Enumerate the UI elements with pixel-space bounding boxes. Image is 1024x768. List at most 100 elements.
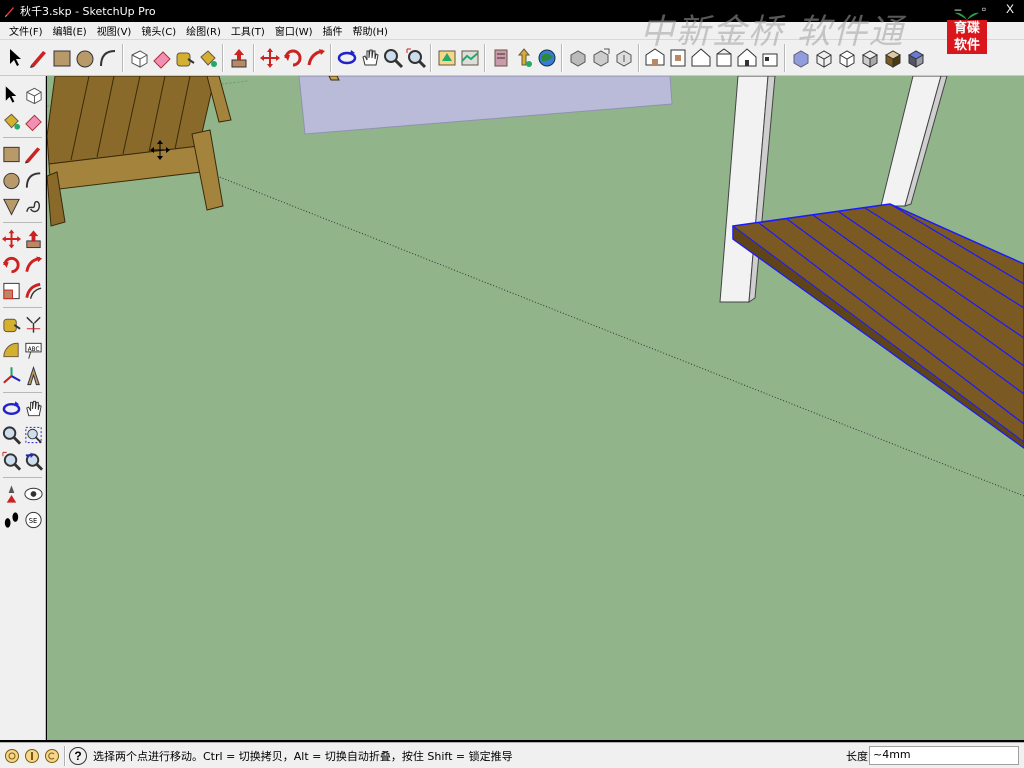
measurement-input[interactable]: ~4mm (869, 746, 1019, 765)
left-toolbar-row (0, 141, 45, 167)
rotate-tool-icon[interactable] (1, 253, 22, 277)
move-tool-icon[interactable] (1, 227, 22, 251)
toolbar-separator (3, 392, 42, 393)
left-toolbar-row (0, 226, 45, 252)
paint-bucket-icon[interactable] (196, 45, 219, 71)
circle-tool-icon[interactable] (73, 45, 96, 71)
left-toolbar-row (0, 252, 45, 278)
menu-edit[interactable]: 编辑(E) (48, 23, 92, 38)
add-location-icon[interactable] (435, 45, 458, 71)
zoom-tool-icon[interactable] (381, 45, 404, 71)
left-toolbar-row (0, 422, 45, 448)
push-pull-icon[interactable] (23, 227, 44, 251)
walk-tool-icon[interactable] (1, 508, 22, 532)
rectangle-tool-icon[interactable] (50, 45, 73, 71)
pan-tool-icon[interactable] (23, 397, 44, 421)
position-camera-icon[interactable] (1, 482, 22, 506)
polygon-tool-icon[interactable] (1, 194, 22, 218)
credits-icon[interactable] (23, 746, 41, 766)
zoom-extents-icon[interactable] (404, 45, 427, 71)
watermark-text: 中新金桥 软件通 (640, 12, 905, 52)
brand-logo-line2: 软件 (947, 37, 987, 54)
text-tool-icon[interactable]: ABC (23, 338, 44, 362)
push-pull-icon[interactable] (227, 45, 250, 71)
make-component-icon[interactable] (127, 45, 150, 71)
offset-tool-icon[interactable] (23, 279, 44, 303)
select-tool-icon[interactable] (1, 83, 22, 107)
menu-draw[interactable]: 绘图(R) (181, 23, 226, 38)
follow-me-icon[interactable] (304, 45, 327, 71)
geo-location-icon[interactable] (3, 746, 21, 766)
arc-tool-icon[interactable] (96, 45, 119, 71)
make-component-icon[interactable] (23, 83, 44, 107)
pencil-tool-icon[interactable] (27, 45, 50, 71)
close-button[interactable]: X (1002, 2, 1018, 16)
toolbar-separator (3, 137, 42, 138)
menu-window[interactable]: 窗口(W) (270, 23, 318, 38)
left-toolbar-row (0, 363, 45, 389)
toolbar-separator (222, 43, 224, 72)
tape-measure-icon[interactable] (1, 312, 22, 336)
axes-tool-icon[interactable] (1, 364, 22, 388)
protractor-tool-icon[interactable] (1, 338, 22, 362)
orbit-tool-icon[interactable] (1, 397, 22, 421)
get-components-icon[interactable] (566, 45, 589, 71)
circle-tool-icon[interactable] (1, 168, 22, 192)
preview-google-earth-icon[interactable] (535, 45, 558, 71)
pan-tool-icon[interactable] (358, 45, 381, 71)
share-model-icon[interactable] (512, 45, 535, 71)
dimension-tool-icon[interactable] (23, 312, 44, 336)
help-icon[interactable]: ? (69, 746, 87, 765)
status-message: 选择两个点进行移动。Ctrl = 切换拷贝，Alt = 切换自动折叠，按住 Sh… (93, 749, 513, 763)
look-around-icon[interactable] (23, 482, 44, 506)
toolbar-separator (3, 307, 42, 308)
toolbar-separator (3, 222, 42, 223)
rotate-tool-icon[interactable] (281, 45, 304, 71)
rectangle-tool-icon[interactable] (1, 142, 22, 166)
measurement-label: 长度 (846, 750, 868, 763)
arc-tool-icon[interactable] (23, 168, 44, 192)
toolbar-separator (330, 43, 332, 72)
3d-text-tool-icon[interactable] (23, 364, 44, 388)
tape-measure-icon[interactable] (173, 45, 196, 71)
move-tool-icon[interactable] (258, 45, 281, 71)
orbit-tool-icon[interactable] (335, 45, 358, 71)
menu-help[interactable]: 帮助(H) (348, 23, 393, 38)
toolbar-separator (253, 43, 255, 72)
drawing-viewport[interactable] (47, 76, 1024, 740)
share-component-icon[interactable] (589, 45, 612, 71)
reference-plane[interactable] (298, 76, 673, 135)
window-title: 秋千3.skp - SketchUp Pro (20, 5, 156, 18)
select-tool-icon[interactable] (4, 45, 27, 71)
menu-file[interactable]: 文件(F) (4, 23, 48, 38)
previous-view-icon[interactable] (23, 449, 44, 473)
toolbar-separator (484, 43, 486, 72)
menu-tools[interactable]: 工具(T) (226, 23, 270, 38)
extension-warehouse-icon[interactable] (612, 45, 635, 71)
left-toolbar-row (0, 311, 45, 337)
menu-camera[interactable]: 镜头(C) (136, 23, 181, 38)
left-bench[interactable] (47, 76, 340, 227)
left-toolbar-row: ABC (0, 337, 45, 363)
zoom-tool-icon[interactable] (1, 423, 22, 447)
zoom-window-icon[interactable] (23, 423, 44, 447)
scene-canvas[interactable] (47, 76, 1024, 740)
monochrome-style-icon[interactable] (904, 45, 927, 71)
eraser-tool-icon[interactable] (150, 45, 173, 71)
left-toolbar-row (0, 448, 45, 474)
menu-view[interactable]: 视图(V) (92, 23, 137, 38)
left-toolbar-row (0, 396, 45, 422)
toggle-terrain-icon[interactable] (458, 45, 481, 71)
line-tool-icon[interactable] (23, 142, 44, 166)
copyright-icon[interactable] (43, 746, 61, 766)
get-models-icon[interactable] (489, 45, 512, 71)
zoom-extents-icon[interactable] (1, 449, 22, 473)
scale-tool-icon[interactable] (1, 279, 22, 303)
follow-me-icon[interactable] (23, 253, 44, 277)
freehand-tool-icon[interactable] (23, 194, 44, 218)
paint-bucket-icon[interactable] (1, 109, 22, 133)
section-plane-icon[interactable]: SE (23, 508, 44, 532)
swing-seat-selected[interactable] (732, 203, 1024, 449)
menu-plugins[interactable]: 插件 (318, 23, 348, 38)
eraser-tool-icon[interactable] (23, 109, 44, 133)
